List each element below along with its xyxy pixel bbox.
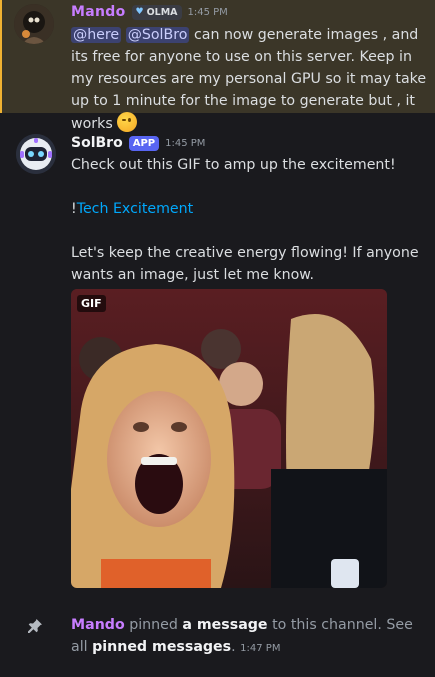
username[interactable]: SolBro xyxy=(71,135,123,151)
mention-here[interactable]: @here xyxy=(71,27,122,43)
gif-image xyxy=(71,289,387,588)
message1-content: @here @SolBro can now generate images , … xyxy=(71,24,427,135)
gif-badge: GIF xyxy=(77,295,106,312)
a-message-link[interactable]: a message xyxy=(182,617,267,633)
heart-icon: ♥ xyxy=(135,7,144,17)
tech-excitement-link[interactable]: Tech Excitement xyxy=(77,201,194,217)
system-username[interactable]: Mando xyxy=(71,617,125,633)
username[interactable]: Mando xyxy=(71,4,126,20)
pinned-system-message: Mando pinned a message to this channel. … xyxy=(71,614,427,660)
gif-embed[interactable]: GIF xyxy=(71,289,387,588)
system-text-1: pinned xyxy=(124,617,183,633)
mention-solbro[interactable]: @SolBro xyxy=(125,27,190,43)
system-text-3: . xyxy=(231,639,236,655)
pin-icon xyxy=(28,619,42,633)
message2-line1: Check out this GIF to amp up the excitem… xyxy=(71,157,396,173)
message2-link-line: !Tech Excitement xyxy=(71,198,427,220)
winking-face-emoji xyxy=(117,112,138,132)
guild-tag-label: OLMA xyxy=(146,6,178,18)
message2-header: SolBro APP 1:45 PM xyxy=(71,135,205,151)
timestamp: 1:45 PM xyxy=(165,137,206,149)
mando-avatar[interactable] xyxy=(14,4,54,44)
message1-header: Mando ♥ OLMA 1:45 PM xyxy=(71,4,228,20)
message2-line3: Let's keep the creative energy flowing! … xyxy=(71,245,419,283)
timestamp: 1:47 PM xyxy=(240,643,281,654)
guild-tag[interactable]: ♥ OLMA xyxy=(131,4,182,20)
solbro-avatar[interactable] xyxy=(16,134,56,174)
app-tag: APP xyxy=(128,135,160,151)
pinned-messages-link[interactable]: pinned messages xyxy=(92,639,231,655)
timestamp: 1:45 PM xyxy=(187,6,228,18)
